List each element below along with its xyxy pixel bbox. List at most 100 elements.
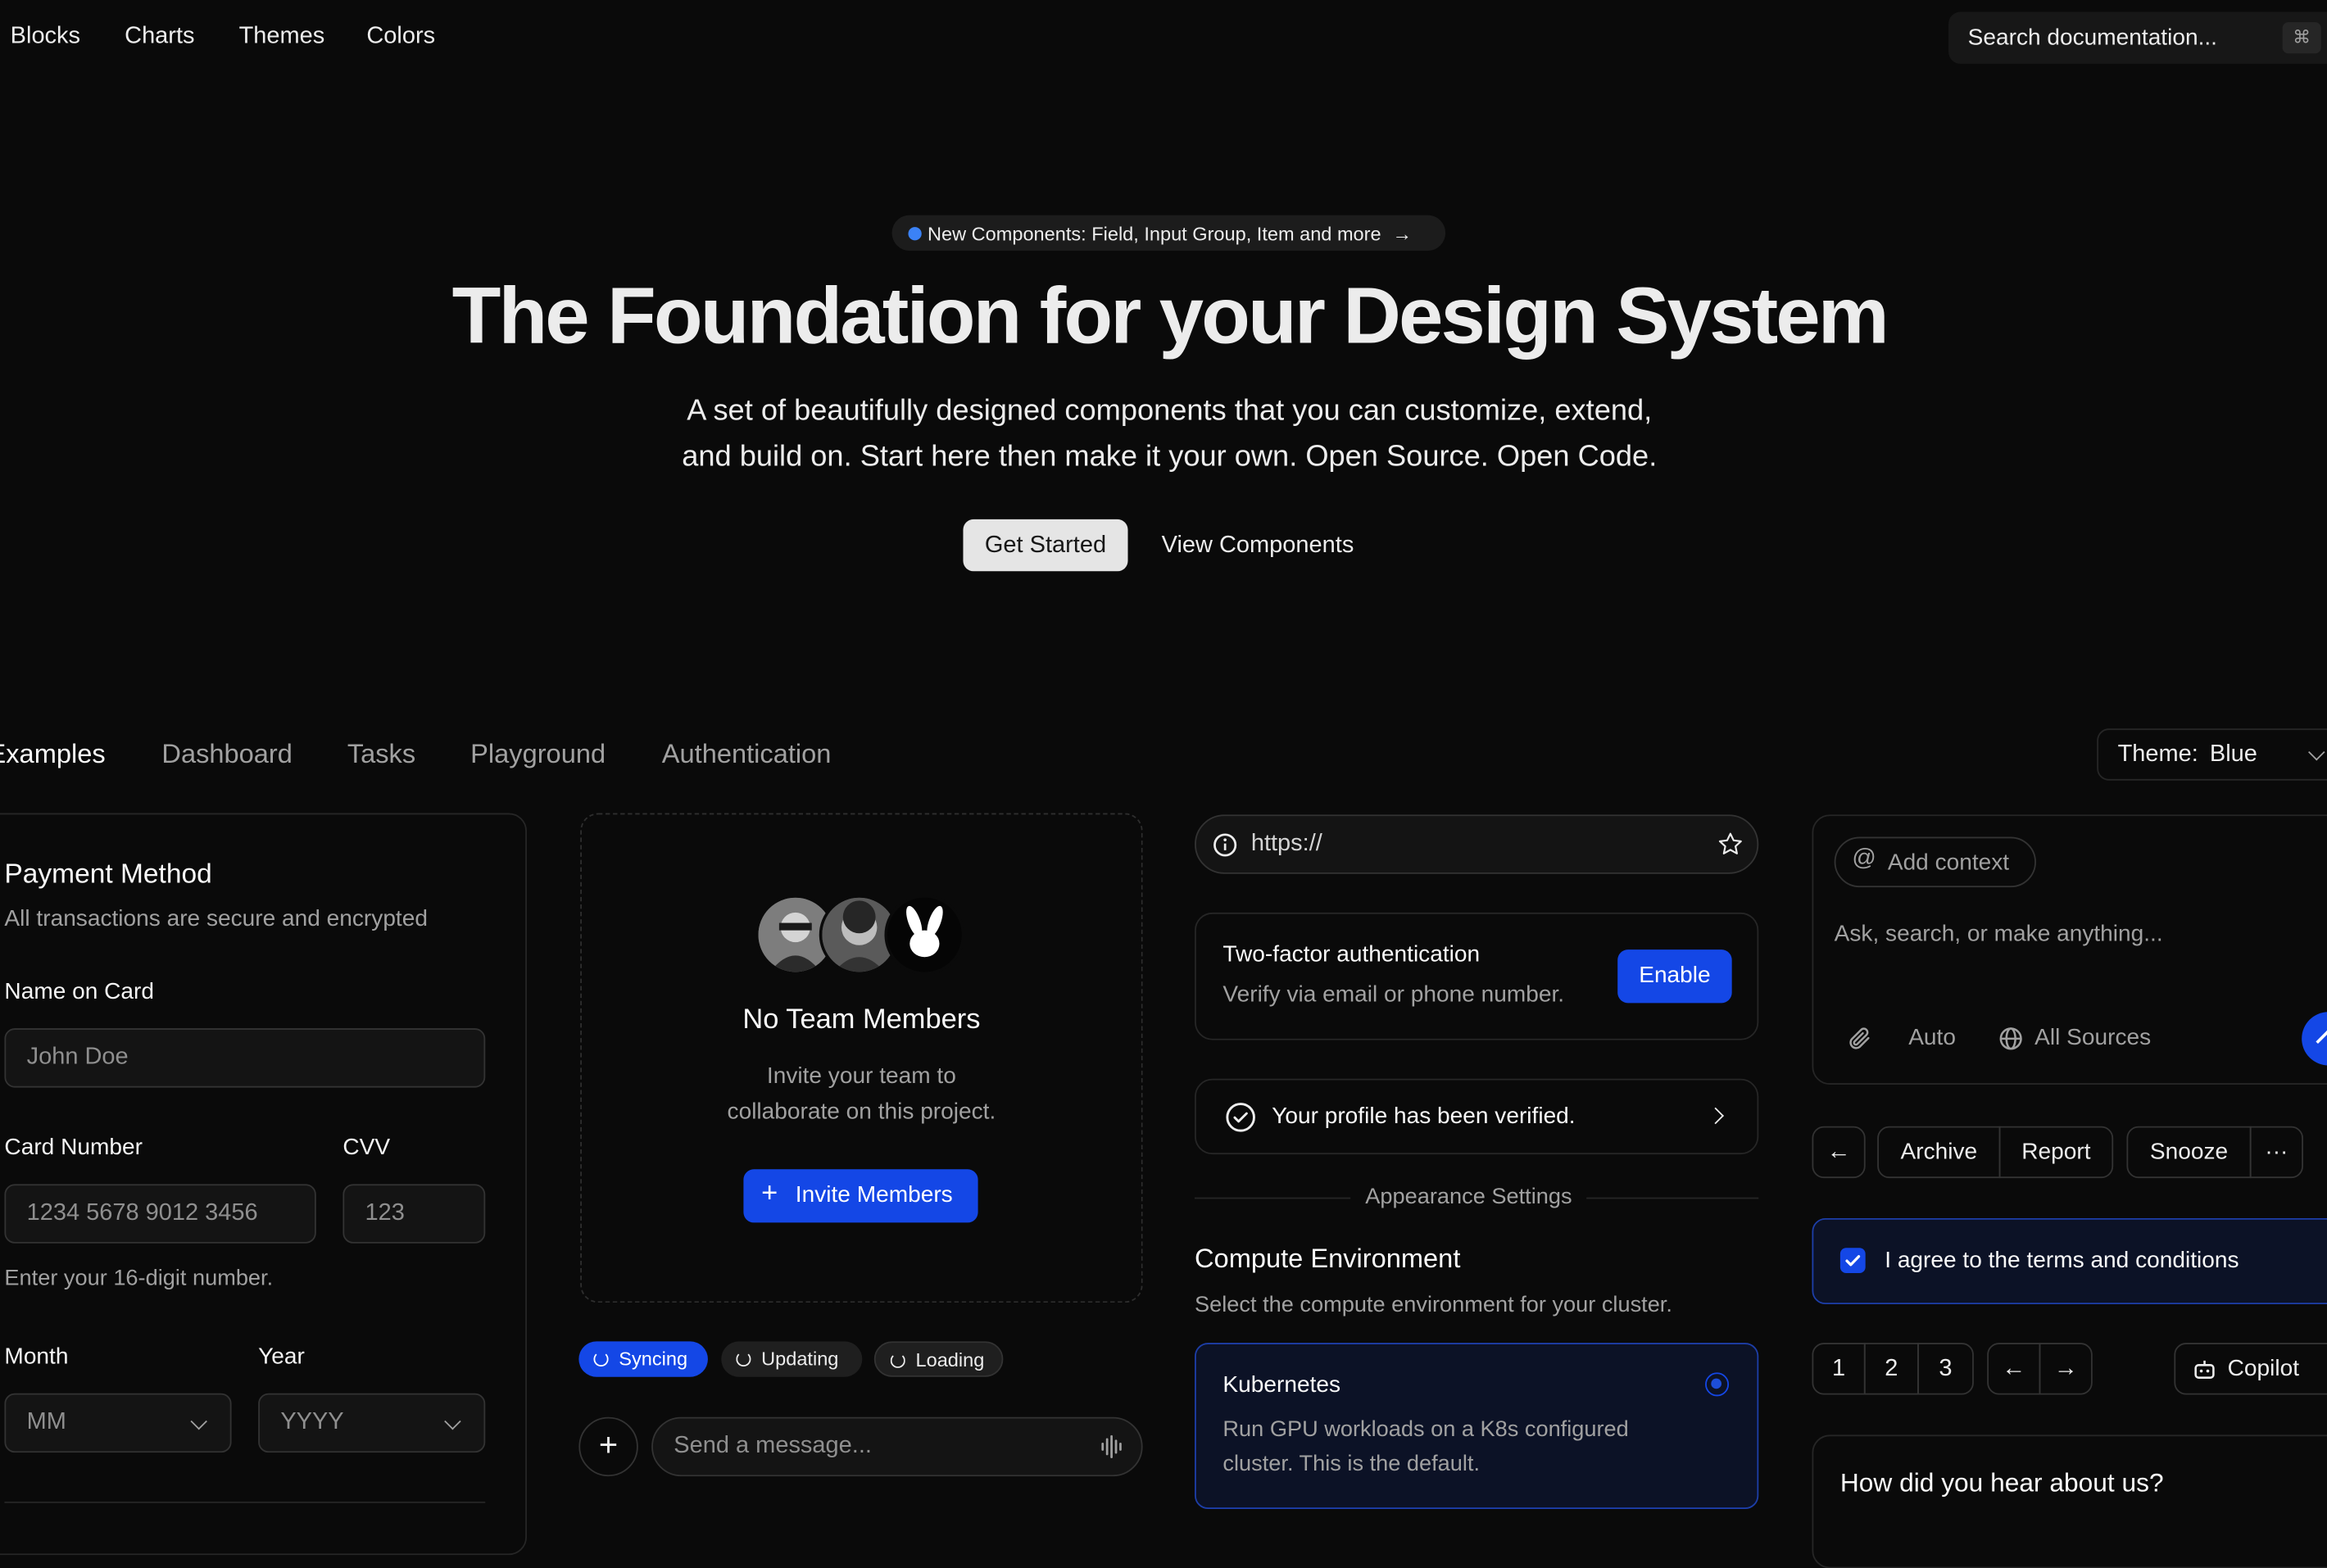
- month-select[interactable]: MM: [4, 1393, 232, 1453]
- spinner-icon: [736, 1352, 751, 1367]
- paperclip-icon[interactable]: [1846, 1026, 1873, 1053]
- team-empty-description-line-1: Invite your team to: [766, 1063, 956, 1090]
- view-components-button[interactable]: View Components: [1143, 519, 1373, 571]
- month-label: Month: [4, 1344, 69, 1370]
- announcement-badge[interactable]: New Components: Field, Input Group, Item…: [891, 215, 1446, 252]
- report-button[interactable]: Report: [1998, 1126, 2114, 1179]
- card-number-input[interactable]: 1234 5678 9012 3456: [4, 1184, 316, 1244]
- terms-field[interactable]: I agree to the terms and conditions: [1812, 1217, 2327, 1305]
- name-on-card-input[interactable]: John Doe: [4, 1028, 486, 1088]
- profile-verified-text: Your profile has been verified.: [1272, 1103, 1576, 1130]
- chevron-down-icon: [2308, 744, 2325, 761]
- page-2-button[interactable]: 2: [1863, 1343, 1919, 1395]
- year-label: Year: [258, 1344, 305, 1370]
- command-key-icon: ⌘: [2282, 22, 2321, 54]
- star-icon[interactable]: [1717, 831, 1744, 858]
- updating-label: Updating: [761, 1347, 839, 1370]
- url-input[interactable]: https://: [1195, 814, 1759, 874]
- page-title: The Foundation for your Design System: [451, 271, 1889, 361]
- survey-title: How did you hear about us?: [1839, 1467, 2164, 1498]
- chevron-right-icon: [1707, 1107, 1724, 1125]
- page-1-button[interactable]: 1: [1812, 1343, 1866, 1395]
- add-context-button[interactable]: @ Add context: [1834, 836, 2036, 888]
- message-placeholder: Send a message...: [674, 1433, 872, 1459]
- snooze-button[interactable]: Snooze: [2126, 1126, 2252, 1179]
- message-input[interactable]: Send a message...: [651, 1416, 1143, 1477]
- two-factor-description: Verify via email or phone number.: [1222, 982, 1565, 1008]
- team-empty-title: No Team Members: [742, 1004, 981, 1036]
- nav-link-charts[interactable]: Charts: [125, 24, 194, 51]
- nav-link-themes[interactable]: Themes: [239, 24, 325, 51]
- spinner-icon: [593, 1352, 609, 1367]
- copilot-button[interactable]: Copilot: [2174, 1343, 2327, 1395]
- kubernetes-option-description: Run GPU workloads on a K8s configured cl…: [1222, 1412, 1628, 1480]
- loading-label: Loading: [915, 1348, 985, 1371]
- arrow-up-icon: [2316, 1029, 2327, 1054]
- radio-dot-icon: [1711, 1378, 1721, 1389]
- add-context-label: Add context: [1887, 850, 2010, 876]
- next-page-button[interactable]: →: [2039, 1343, 2093, 1395]
- theme-select[interactable]: Theme: Blue: [2097, 728, 2327, 781]
- kubernetes-option-description-line-1: Run GPU workloads on a K8s configured: [1222, 1416, 1629, 1443]
- plus-icon: +: [761, 1178, 778, 1210]
- get-started-button[interactable]: Get Started: [963, 519, 1128, 572]
- tab-dashboard[interactable]: Dashboard: [161, 739, 292, 770]
- payment-title: Payment Method: [4, 857, 212, 889]
- page-3-button[interactable]: 3: [1917, 1343, 1974, 1395]
- mode-select[interactable]: Auto: [1908, 1026, 1956, 1053]
- payment-divider: [4, 1501, 486, 1503]
- enable-button[interactable]: Enable: [1617, 949, 1732, 1004]
- kubernetes-option-title: Kubernetes: [1222, 1372, 1341, 1398]
- previous-page-button[interactable]: ←: [1987, 1343, 2041, 1395]
- hero-description-line-2: and build on. Start here then make it yo…: [682, 440, 1658, 474]
- tab-tasks[interactable]: Tasks: [347, 739, 415, 770]
- name-on-card-label: Name on Card: [4, 979, 154, 1005]
- more-options-button[interactable]: ···: [2249, 1126, 2303, 1179]
- arrow-left-icon: ←: [2002, 1356, 2026, 1382]
- nav-link-blocks[interactable]: Blocks: [11, 24, 80, 51]
- back-button[interactable]: ←: [1812, 1126, 1866, 1179]
- audio-waveform-icon[interactable]: [1100, 1434, 1127, 1458]
- hero-description-line-1: A set of beautifully designed components…: [687, 394, 1653, 428]
- check-icon: [1845, 1255, 1861, 1267]
- prompt-placeholder[interactable]: Ask, search, or make anything...: [1835, 922, 2163, 949]
- invite-members-label: Invite Members: [795, 1182, 953, 1208]
- chevron-down-icon: [190, 1412, 207, 1430]
- compute-description: Select the compute environment for your …: [1195, 1292, 1672, 1318]
- survey-card: How did you hear about us?: [1812, 1434, 2327, 1568]
- archive-button[interactable]: Archive: [1877, 1126, 2001, 1179]
- kubernetes-option-description-line-2: cluster. This is the default.: [1222, 1451, 1481, 1477]
- cvv-input[interactable]: 123: [342, 1184, 486, 1244]
- bot-icon: [2194, 1360, 2215, 1379]
- hero-description: A set of beautifully designed components…: [0, 389, 2327, 481]
- assistant-prompt-card: @ Add context Ask, search, or make anyth…: [1812, 814, 2327, 1085]
- arrow-right-icon: →: [2053, 1356, 2078, 1382]
- card-number-placeholder: 1234 5678 9012 3456: [26, 1200, 258, 1226]
- two-factor-title: Two-factor authentication: [1222, 942, 1481, 968]
- nav-link-colors[interactable]: Colors: [366, 24, 435, 51]
- invite-members-button[interactable]: + Invite Members: [743, 1169, 978, 1223]
- announcement-dot-icon: [908, 227, 922, 241]
- loading-badge: Loading: [873, 1341, 1004, 1377]
- tab-authentication[interactable]: Authentication: [662, 739, 832, 770]
- radio-selected[interactable]: [1705, 1372, 1730, 1397]
- terms-checkbox[interactable]: [1839, 1248, 1866, 1274]
- announcement-text: New Components: Field, Input Group, Item…: [928, 222, 1412, 245]
- plus-icon: +: [598, 1425, 619, 1463]
- profile-verified-item[interactable]: Your profile has been verified.: [1195, 1078, 1759, 1155]
- kubernetes-option[interactable]: Kubernetes Run GPU workloads on a K8s co…: [1195, 1343, 1759, 1509]
- tab-examples[interactable]: Examples: [0, 739, 106, 770]
- card-number-hint: Enter your 16-digit number.: [4, 1265, 274, 1291]
- month-placeholder: MM: [26, 1409, 66, 1435]
- name-on-card-placeholder: John Doe: [26, 1045, 129, 1070]
- send-button[interactable]: [2302, 1012, 2327, 1066]
- year-select[interactable]: YYYY: [258, 1393, 486, 1453]
- add-attachment-button[interactable]: +: [578, 1416, 638, 1477]
- url-placeholder: https://: [1250, 831, 1322, 857]
- sources-select[interactable]: All Sources: [2034, 1026, 2151, 1053]
- year-placeholder: YYYY: [280, 1409, 344, 1435]
- compute-title: Compute Environment: [1195, 1243, 1461, 1274]
- search-documentation-button[interactable]: Search documentation... ⌘: [1948, 11, 2327, 64]
- avatar: [884, 895, 965, 975]
- tab-playground[interactable]: Playground: [470, 739, 606, 770]
